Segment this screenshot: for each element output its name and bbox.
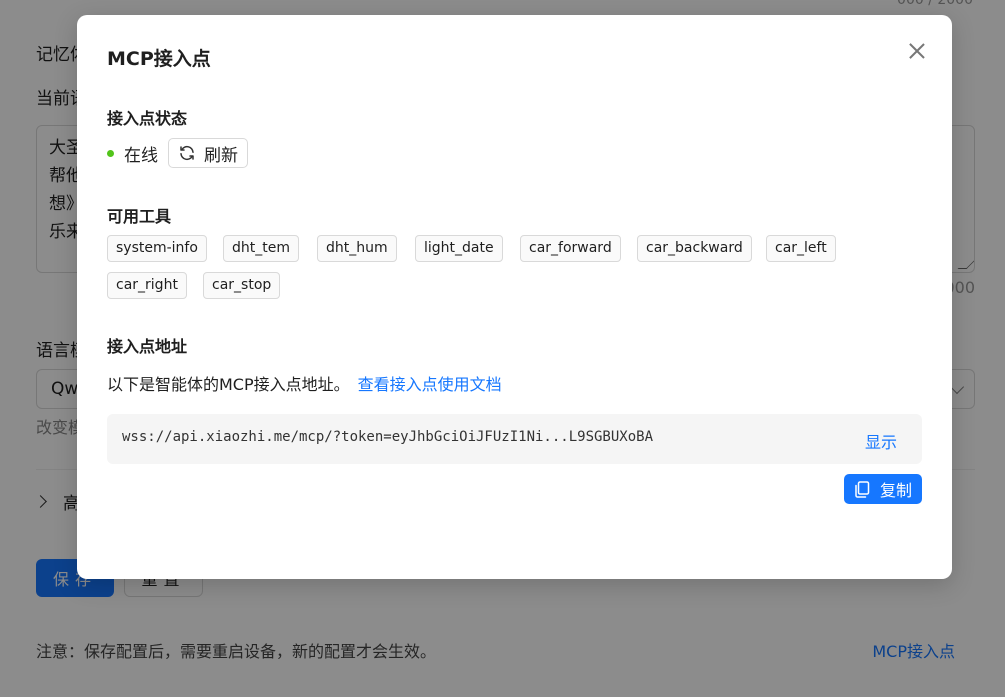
copy-button[interactable]: 复制 — [843, 474, 922, 504]
tool-tag: car_backward — [637, 235, 752, 262]
status-text: 在线 — [124, 145, 158, 166]
address-box: wss://api.xiaozhi.me/mcp/?token=eyJhbGci… — [107, 414, 922, 464]
address-section-title: 接入点地址 — [107, 337, 188, 356]
refresh-button[interactable]: 刷新 — [168, 138, 248, 168]
tool-tag: light_date — [415, 235, 503, 262]
address-desc-text: 以下是智能体的MCP接入点地址。 — [107, 375, 350, 394]
close-icon[interactable] — [906, 40, 928, 62]
tool-tag: dht_hum — [317, 235, 397, 262]
tools-section-title: 可用工具 — [107, 207, 172, 226]
copy-icon — [855, 480, 870, 498]
docs-link[interactable]: 查看接入点使用文档 — [358, 371, 502, 395]
tool-tag: car_right — [107, 272, 187, 299]
online-status-icon — [107, 149, 114, 157]
refresh-label: 刷新 — [204, 145, 238, 166]
refresh-icon — [180, 145, 194, 161]
status-row: 在线 刷新 — [107, 138, 248, 168]
show-button[interactable]: 显示 — [865, 429, 897, 453]
tool-tag: car_forward — [520, 235, 621, 262]
mcp-endpoint-modal: MCP接入点 接入点状态 在线 刷新 可用工具 system-info dht_… — [77, 15, 952, 579]
tool-tag: dht_tem — [223, 235, 299, 262]
copy-label: 复制 — [879, 481, 912, 500]
status-section-title: 接入点状态 — [107, 109, 188, 128]
address-description: 以下是智能体的MCP接入点地址。 查看接入点使用文档 — [107, 371, 502, 395]
endpoint-address: wss://api.xiaozhi.me/mcp/?token=eyJhbGci… — [122, 429, 654, 445]
modal-title: MCP接入点 — [107, 48, 211, 70]
tool-tag: car_stop — [203, 272, 281, 299]
tool-tag: car_left — [766, 235, 836, 262]
tool-tag: system-info — [107, 235, 207, 262]
